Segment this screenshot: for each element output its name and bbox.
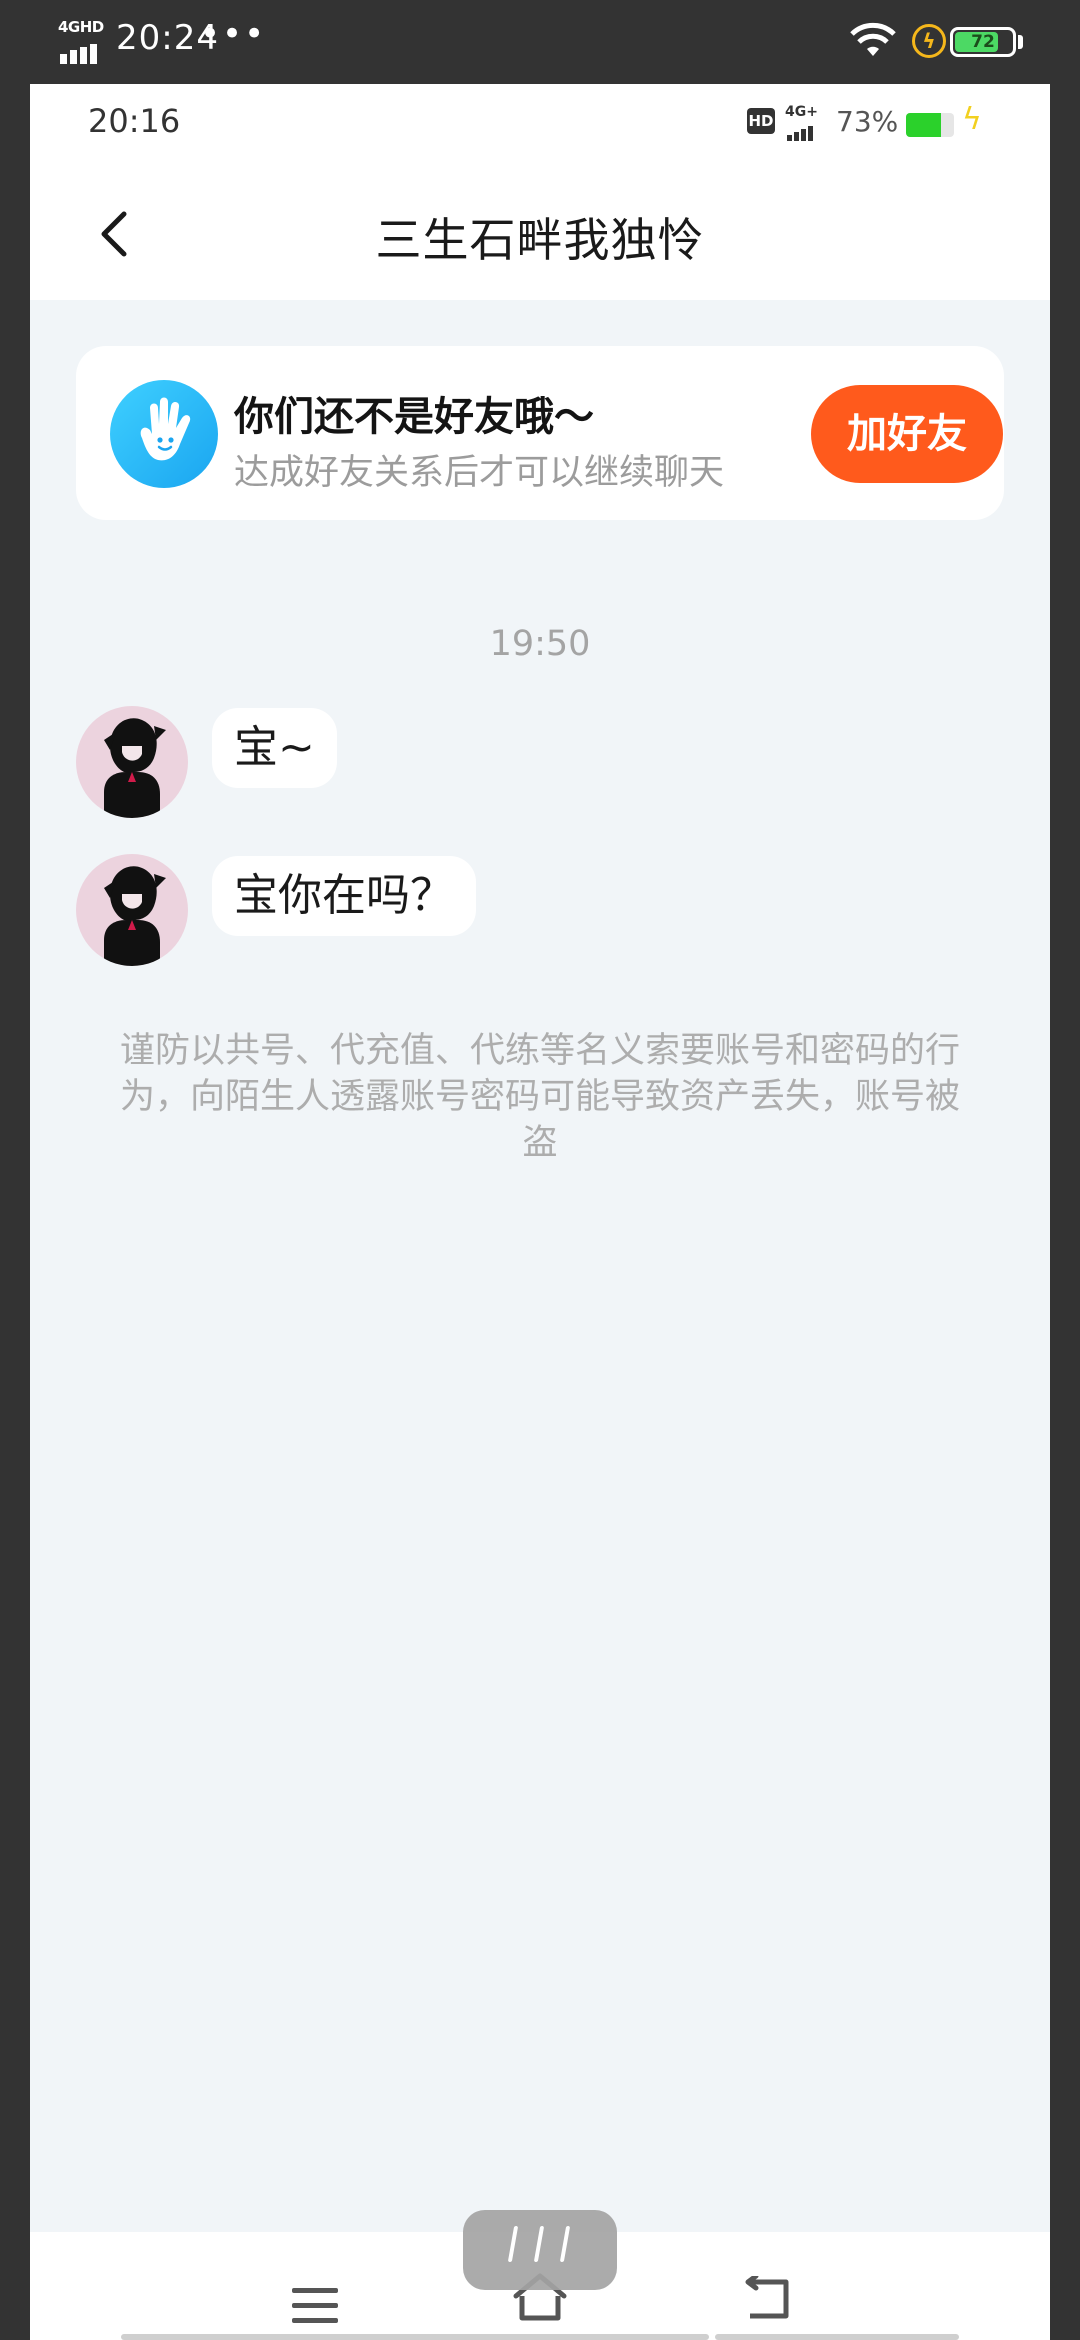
network-type: 4GHD	[58, 18, 104, 36]
safety-notice: 谨防以共号、代充值、代练等名义索要账号和密码的行为，向陌生人透露账号密码可能导致…	[119, 1031, 960, 1163]
status-clock: 20:16	[88, 102, 181, 140]
banner-subtitle: 达成好友关系后才可以继续聊天	[234, 453, 725, 493]
avatar[interactable]	[76, 706, 188, 818]
hd-badge: HD	[747, 108, 775, 134]
message-timestamp: 19:50	[489, 624, 591, 664]
message-bubble[interactable]: 宝~	[212, 708, 337, 788]
charging-icon: ϟ	[912, 24, 946, 58]
chat-header: 三生石畔我独怜	[30, 164, 1050, 300]
wifi-icon	[850, 22, 896, 56]
app-screen: 20:16 HD 4G+ 73% ϟ 三生石畔我独怜 你们还不是好友哦～ 达成好…	[30, 84, 1050, 2340]
battery-cap	[1018, 35, 1023, 49]
network-type: 4G+	[785, 104, 818, 120]
banner-title: 你们还不是好友哦～	[234, 394, 594, 440]
waving-hand-icon	[110, 380, 218, 488]
battery-percent: 73%	[836, 105, 899, 138]
signal-icon: 4G+	[785, 104, 825, 142]
app-status-bar: 20:16 HD 4G+ 73% ϟ	[30, 84, 1050, 164]
gesture-bar	[715, 2334, 959, 2340]
chevron-left-icon[interactable]	[92, 208, 140, 260]
add-friend-button[interactable]: 加好友	[811, 385, 1003, 483]
chat-title: 三生石畔我独怜	[375, 213, 705, 267]
avatar[interactable]	[76, 854, 188, 966]
battery-icon: 72	[950, 27, 1016, 57]
battery-icon	[906, 113, 954, 137]
battery-level: 72	[971, 32, 995, 52]
more-notifications-icon: •••	[200, 14, 267, 54]
not-friends-banner: 你们还不是好友哦～ 达成好友关系后才可以继续聊天 加好友	[76, 346, 1004, 520]
device-status-bar: 4GHD 20:24 ••• ϟ 72	[0, 0, 1080, 84]
return-icon[interactable]	[742, 2276, 794, 2322]
gesture-bar	[371, 2334, 709, 2340]
floating-ball-button[interactable]	[463, 2210, 617, 2290]
menu-icon[interactable]	[292, 2288, 338, 2324]
message-bubble[interactable]: 宝你在吗？	[212, 856, 476, 936]
charging-icon: ϟ	[962, 102, 982, 137]
signal-icon: 4GHD	[58, 18, 110, 64]
